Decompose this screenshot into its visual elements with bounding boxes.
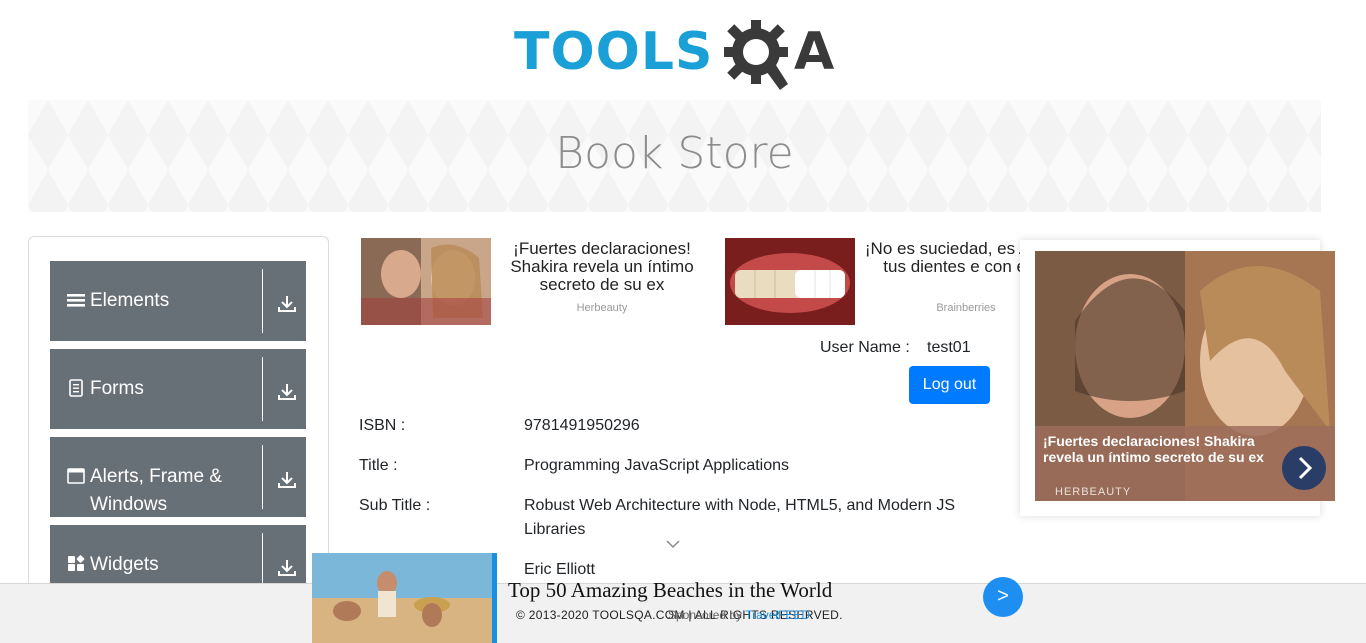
subtitle-value: Robust Web Architecture with Node, HTML5…: [524, 497, 956, 538]
ad-text: ¡No es suciedad, es Aclara tus dientes e…: [864, 239, 1025, 276]
divider: [262, 269, 263, 333]
ad-text: ¡Fuertes declaraciones! Shakira revela u…: [510, 239, 694, 294]
title-value: Programming JavaScript Applications: [524, 457, 790, 474]
ad-source: Brainberries: [936, 302, 996, 314]
logo-tools-text: TOOLS: [514, 22, 714, 82]
ad-image: [725, 238, 855, 325]
popup-ad-caption: ¡Fuertes declaraciones! Shakira revela u…: [1043, 433, 1264, 465]
next-arrow-button[interactable]: [1282, 446, 1326, 490]
divider: [262, 357, 263, 421]
ad-card[interactable]: ¡No es suciedad, es Aclara tus dientes e…: [725, 238, 1025, 328]
chevron-down-icon[interactable]: [665, 538, 681, 550]
sponsored-by[interactable]: Sponsored by TravelFEED: [668, 608, 810, 622]
popup-ad-source: HERBEAUTY: [1055, 486, 1132, 498]
page-title: Book Store: [555, 128, 794, 179]
toolsqa-logo[interactable]: TOOLS A: [514, 16, 844, 92]
sidebar-group-label: Widgets: [90, 554, 159, 575]
page: TOOLS A Book Store Elements Forms Alerts…: [0, 0, 1366, 643]
sidebar-group-label: Elements: [90, 290, 170, 311]
bottom-ad-next-button[interactable]: >: [983, 577, 1023, 617]
sponsor-name: TravelFEED: [745, 608, 811, 622]
chevron-right-icon: [1298, 456, 1313, 480]
ad-image: [361, 238, 491, 325]
sponsored-label: Sponsored by: [668, 608, 743, 622]
page-banner: Book Store: [28, 100, 1321, 212]
title-label: Title :: [359, 457, 398, 474]
isbn-label: ISBN :: [359, 417, 406, 434]
bottom-ad-image[interactable]: [312, 553, 494, 643]
username-value: test01: [927, 339, 971, 356]
sidebar-group-elements[interactable]: Elements: [50, 261, 306, 341]
ad-accent-bar: [492, 553, 497, 643]
document-icon: [69, 379, 83, 397]
popup-ad[interactable]: ¡Fuertes declaraciones! Shakira revela u…: [1020, 240, 1335, 516]
window-icon: [67, 468, 85, 484]
subtitle-label: Sub Title :: [359, 497, 431, 514]
logo-a-text: A: [794, 22, 835, 82]
gear-magnifier-icon: [724, 20, 788, 90]
sidebar-group-alerts[interactable]: Alerts, Frame & Windows: [50, 437, 306, 517]
sidebar-group-label: Alerts, Frame & Windows: [90, 466, 222, 515]
list-icon: [67, 294, 85, 307]
ad-source: Herbeauty: [576, 302, 628, 314]
sidebar-group-forms[interactable]: Forms: [50, 349, 306, 429]
sidebar: Elements Forms Alerts, Frame & Windows W…: [28, 236, 329, 643]
username-label: User Name :: [820, 339, 910, 356]
widgets-icon: [68, 555, 85, 571]
bottom-ad-title[interactable]: Top 50 Amazing Beaches in the World: [508, 578, 832, 603]
download-icon[interactable]: [278, 295, 296, 313]
download-icon[interactable]: [278, 559, 296, 577]
download-icon[interactable]: [278, 383, 296, 401]
download-icon[interactable]: [278, 471, 296, 489]
sidebar-group-label: Forms: [90, 378, 144, 399]
divider: [262, 445, 263, 509]
isbn-value: 9781491950296: [524, 417, 640, 434]
ad-card[interactable]: ¡Fuertes declaraciones! Shakira revela u…: [361, 238, 701, 328]
logout-button[interactable]: Log out: [909, 366, 990, 404]
